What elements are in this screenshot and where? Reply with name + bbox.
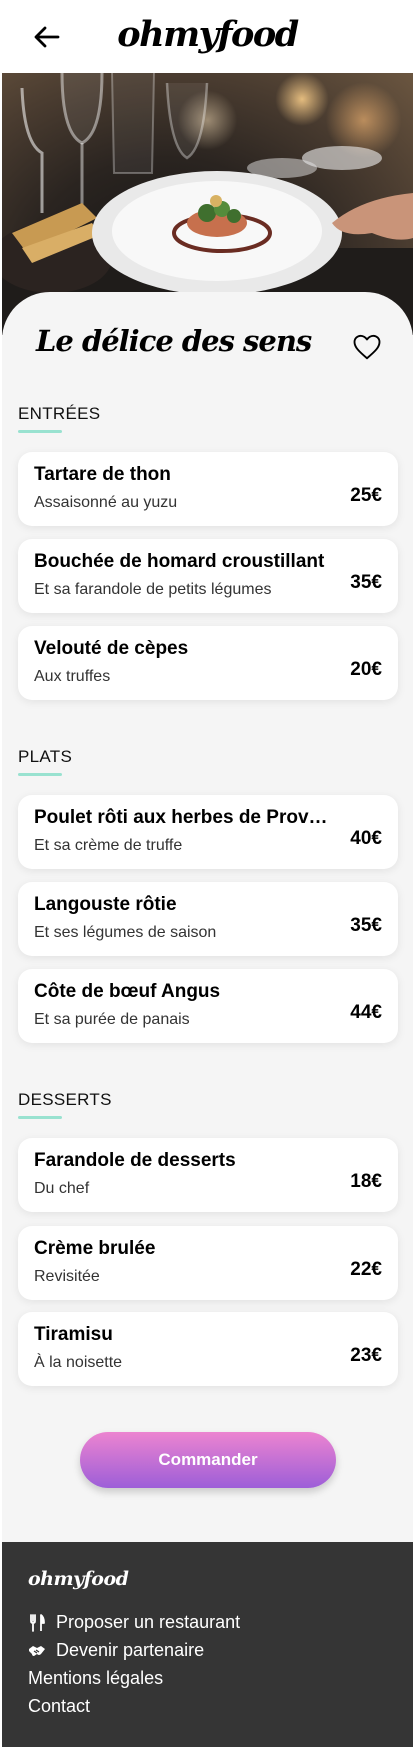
dish-price: 40€ [350,828,382,849]
dish-description: À la noisette [34,1354,123,1371]
phone-screen: ohmyfood Le délice des sens ENTRÉES Tart… [2,0,413,1747]
dish-name: Langouste rôtie [34,894,177,915]
dish-price: 35€ [350,572,382,593]
order-button[interactable]: Commander [80,1432,336,1488]
dish-price: 18€ [350,1171,382,1192]
dish-description: Et sa purée de panais [34,1011,190,1028]
footer-link-label: Devenir partenaire [56,1640,205,1660]
section-underline [18,773,62,776]
section-title-desserts: Desserts [18,1090,112,1109]
dish-name: Tiramisu [34,1324,113,1345]
dish-name: Farandole de desserts [34,1150,236,1171]
dish-card[interactable]: Tiramisu À la noisette 23€ [18,1312,398,1386]
handshake-icon [28,1642,46,1660]
dish-name: Crème brulée [34,1238,156,1259]
dish-description: Et ses légumes de saison [34,924,217,941]
dish-card[interactable]: Bouchée de homard croustillant Et sa far… [18,539,398,613]
dish-price: 20€ [350,659,382,680]
dish-name: Côte de bœuf Angus [34,981,221,1002]
footer-link-contact[interactable]: Contact [28,1696,90,1717]
restaurant-name: Le délice des sens [36,324,312,358]
dish-price: 22€ [350,1259,382,1280]
section-underline [18,1116,62,1119]
dish-name: Velouté de cèpes [34,638,189,659]
dish-name: Tartare de thon [34,464,171,485]
footer-link-propose-restaurant[interactable]: Proposer un restaurant [28,1612,240,1633]
dish-description: Revisitée [34,1268,100,1285]
footer-logo[interactable]: ohmyfood [28,1568,129,1590]
dish-description: Du chef [34,1180,90,1197]
dish-description: Et sa farandole de petits légumes [34,581,272,598]
dish-name: Poulet rôti aux herbes de Provence [34,807,334,828]
heart-outline-icon [353,334,381,360]
dish-name: Bouchée de homard croustillant [34,551,325,572]
menu-sheet: Le délice des sens Entrées Tartare de th… [2,292,413,1542]
dish-description: Assaisonné au yuzu [34,494,178,511]
app-logo[interactable]: ohmyfood [2,14,413,55]
section-title-entrees: Entrées [18,404,101,423]
utensils-icon [28,1613,46,1632]
app-header: ohmyfood [2,0,413,73]
dish-card[interactable]: Poulet rôti aux herbes de Provence Et sa… [18,795,398,869]
dish-price: 25€ [350,485,382,506]
footer-link-become-partner[interactable]: Devenir partenaire [28,1640,204,1661]
dish-card[interactable]: Langouste rôtie Et ses légumes de saison… [18,882,398,956]
dish-price: 44€ [350,1002,382,1023]
dish-description: Et sa crème de truffe [34,837,183,854]
dish-card[interactable]: Tartare de thon Assaisonné au yuzu 25€ [18,452,398,526]
footer-link-label: Proposer un restaurant [56,1612,241,1632]
section-underline [18,430,62,433]
favorite-button[interactable] [352,332,382,362]
dish-card[interactable]: Côte de bœuf Angus Et sa purée de panais… [18,969,398,1043]
dish-card[interactable]: Velouté de cèpes Aux truffes 20€ [18,626,398,700]
dish-card[interactable]: Farandole de desserts Du chef 18€ [18,1138,398,1212]
site-footer: ohmyfood Proposer un restaurant Devenir … [2,1542,413,1747]
dish-card[interactable]: Crème brulée Revisitée 22€ [18,1226,398,1300]
dish-price: 23€ [350,1345,382,1366]
dish-price: 35€ [350,915,382,936]
section-title-plats: Plats [18,747,73,766]
footer-link-legal[interactable]: Mentions légales [28,1668,163,1689]
dish-description: Aux truffes [34,668,111,685]
